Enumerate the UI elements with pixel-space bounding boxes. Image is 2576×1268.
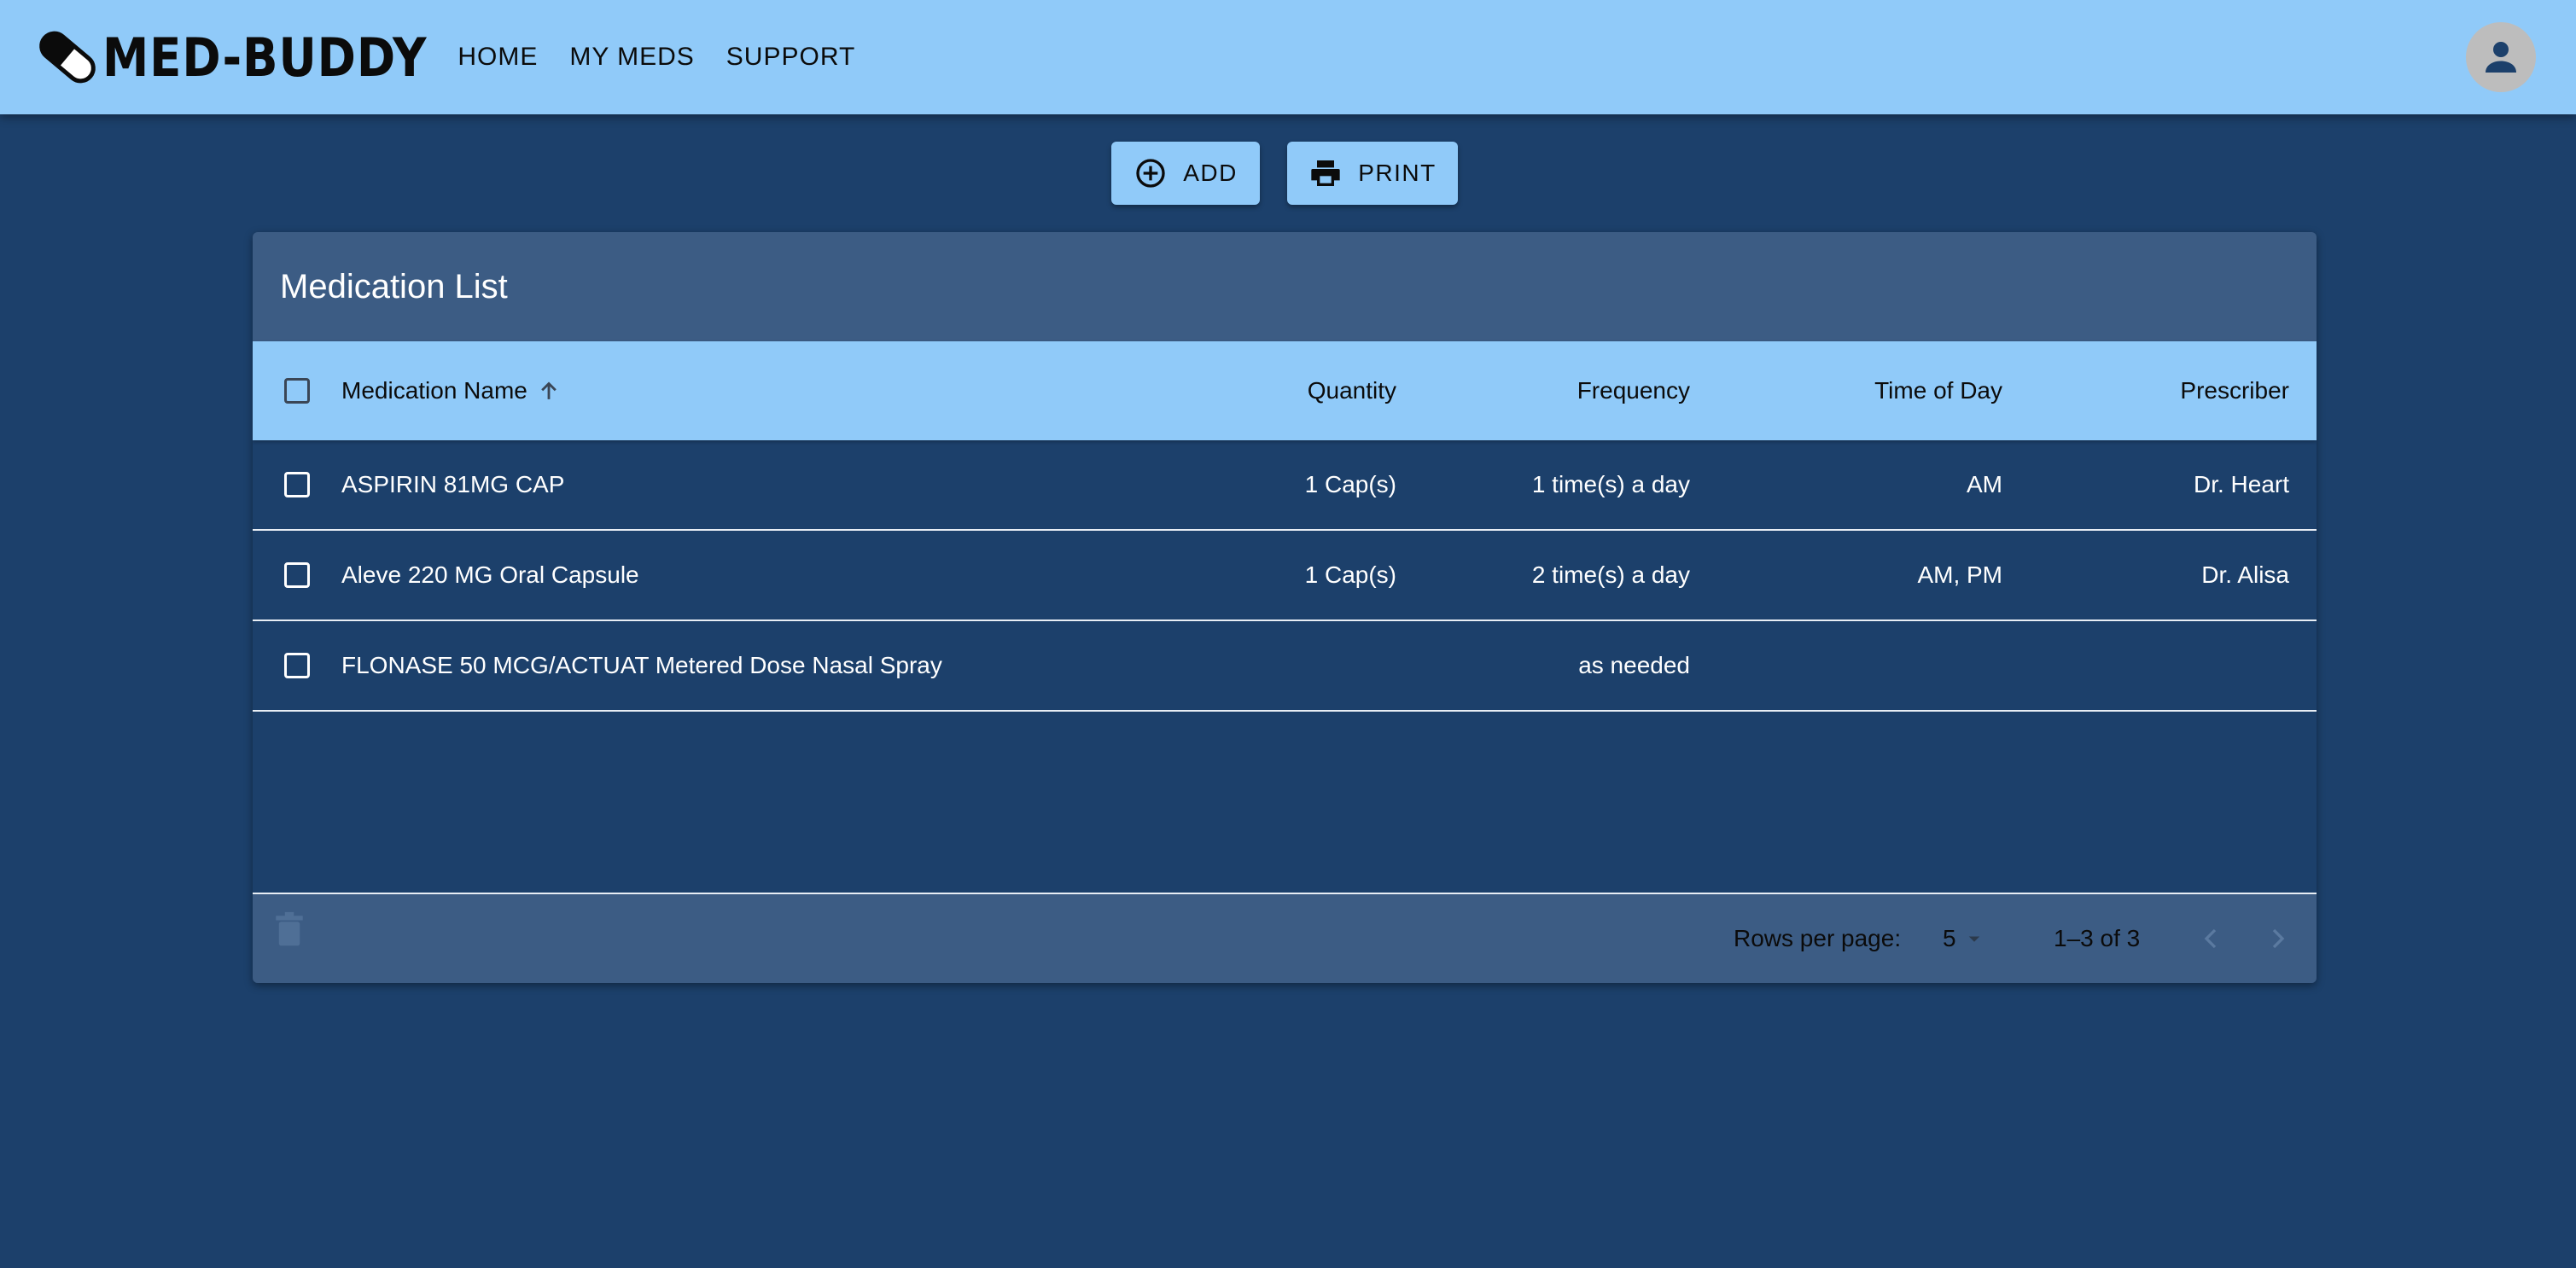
medication-table-card: Medication List Medication Name Quantity… — [253, 232, 2317, 983]
top-app-bar: MED-BUDDY HOME MY MEDS SUPPORT — [0, 0, 2576, 114]
frequency: as needed — [1578, 652, 1690, 678]
quantity: 1 Cap(s) — [1304, 471, 1396, 497]
printer-icon — [1311, 160, 1340, 186]
select-all-checkbox[interactable] — [284, 378, 310, 404]
caret-down-icon — [1968, 936, 1979, 942]
medication-name: FLONASE 50 MCG/ACTUAT Metered Dose Nasal… — [341, 652, 942, 678]
table-row[interactable]: Aleve 220 MG Oral Capsule 1 Cap(s) 2 tim… — [253, 531, 2317, 621]
arrow-up-icon[interactable] — [534, 376, 563, 405]
prescriber: Dr. Alisa — [2201, 561, 2289, 588]
select-all-cell — [280, 341, 314, 440]
time-of-day: AM — [1967, 471, 2002, 497]
rows-per-page-value: 5 — [1943, 925, 1956, 951]
table-row[interactable]: FLONASE 50 MCG/ACTUAT Metered Dose Nasal… — [253, 621, 2317, 712]
add-button[interactable]: ADD — [1111, 142, 1260, 205]
main-nav: HOME MY MEDS SUPPORT — [458, 43, 887, 72]
nav-my-meds[interactable]: MY MEDS — [569, 43, 694, 72]
trash-icon[interactable] — [271, 910, 307, 949]
account-avatar[interactable] — [2466, 22, 2536, 92]
medication-name: ASPIRIN 81MG CAP — [341, 471, 565, 497]
column-header-quantity[interactable]: Quantity — [1308, 341, 1396, 440]
print-button-label: PRINT — [1358, 160, 1437, 186]
add-button-label: ADD — [1183, 160, 1238, 186]
frequency: 1 time(s) a day — [1531, 471, 1690, 497]
column-header-frequency[interactable]: Frequency — [1577, 341, 1690, 440]
account-circle-icon — [2486, 42, 2516, 73]
print-button[interactable]: PRINT — [1287, 142, 1458, 205]
time-of-day: AM, PM — [1917, 561, 2002, 588]
column-header-name[interactable]: Medication Name — [341, 341, 563, 440]
table-footer: Rows per page: 5 1–3 of 3 — [253, 893, 2317, 983]
add-circle-outline-icon — [1136, 159, 1165, 188]
frequency: 2 time(s) a day — [1531, 561, 1690, 588]
row-checkbox[interactable] — [284, 653, 310, 678]
column-header-prescriber[interactable]: Prescriber — [2180, 341, 2289, 440]
rows-per-page-label: Rows per page: — [1734, 925, 1902, 951]
row-select-cell — [280, 531, 314, 619]
table-title: Medication List — [253, 232, 2317, 341]
logo[interactable]: MED-BUDDY — [34, 24, 471, 90]
pagination-range: 1–3 of 3 — [2054, 925, 2141, 951]
nav-home[interactable]: HOME — [458, 43, 538, 72]
rows-per-page-select[interactable]: 5 — [1943, 894, 1987, 983]
row-select-cell — [280, 621, 314, 710]
chevron-left-icon[interactable] — [2194, 922, 2228, 956]
table-row[interactable]: ASPIRIN 81MG CAP 1 Cap(s) 1 time(s) a da… — [253, 440, 2317, 531]
chevron-right-icon[interactable] — [2261, 922, 2295, 956]
quantity: 1 Cap(s) — [1304, 561, 1396, 588]
medication-name: Aleve 220 MG Oral Capsule — [341, 561, 639, 588]
column-header-time-of-day[interactable]: Time of Day — [1874, 341, 2002, 440]
prescriber: Dr. Heart — [2193, 471, 2289, 497]
pill-icon — [39, 31, 96, 84]
brand-name: MED-BUDDY — [102, 26, 428, 89]
row-select-cell — [280, 440, 314, 529]
table-header-row: Medication Name Quantity Frequency Time … — [253, 341, 2317, 440]
row-checkbox[interactable] — [284, 472, 310, 497]
column-header-name-label: Medication Name — [341, 377, 527, 404]
nav-support[interactable]: SUPPORT — [726, 43, 855, 72]
row-checkbox[interactable] — [284, 562, 310, 588]
